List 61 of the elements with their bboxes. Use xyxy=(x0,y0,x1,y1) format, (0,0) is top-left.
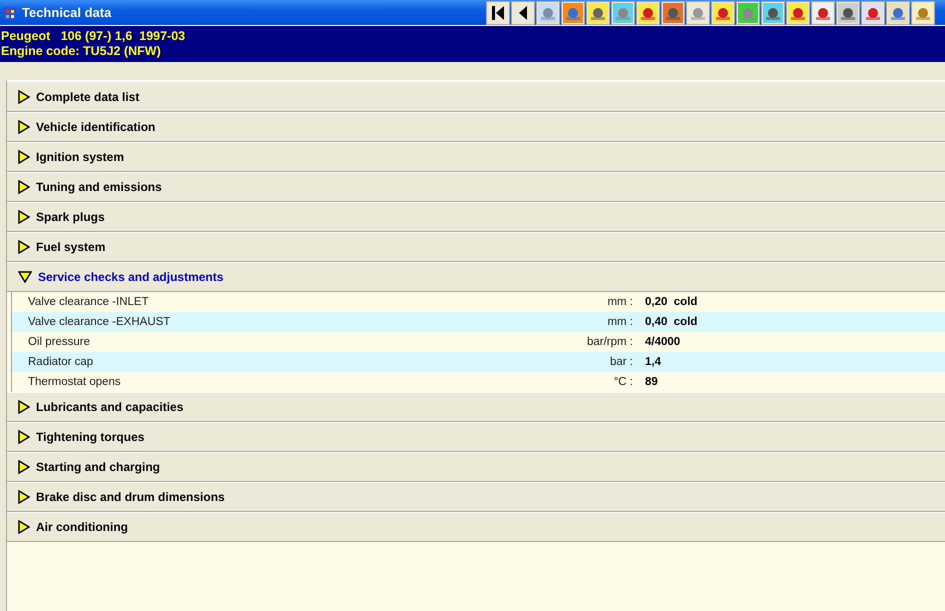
right-arrow-icon xyxy=(18,240,30,254)
parameter-value: 0,40 cold xyxy=(645,316,698,328)
toolbar-button[interactable] xyxy=(836,0,860,24)
right-arrow-icon xyxy=(18,120,30,134)
section-header[interactable]: Tightening torques xyxy=(7,422,945,452)
unit-label: bar/rpm : xyxy=(586,336,633,348)
toolbar-button[interactable] xyxy=(636,0,660,24)
right-arrow-icon xyxy=(18,150,30,164)
right-arrow-icon xyxy=(18,520,30,534)
right-arrow-icon xyxy=(18,490,30,504)
toolbar-button[interactable] xyxy=(786,0,810,24)
first-icon xyxy=(491,4,505,20)
toolbar-button[interactable] xyxy=(586,0,610,24)
window-title: Technical data xyxy=(22,5,112,20)
section-header[interactable]: Tuning and emissions xyxy=(7,172,945,202)
section-header[interactable]: Starting and charging xyxy=(7,452,945,482)
toolbar-button[interactable] xyxy=(861,0,885,24)
parameter-label: Oil pressure xyxy=(28,336,90,348)
right-arrow-icon xyxy=(18,430,30,444)
toolbar-button[interactable] xyxy=(711,0,735,24)
right-arrow-icon xyxy=(18,210,30,224)
section-header[interactable]: Brake disc and drum dimensions xyxy=(7,482,945,512)
toolbar-button[interactable] xyxy=(761,0,785,24)
parameter-value: 0,20 cold xyxy=(645,296,698,308)
previous-icon xyxy=(518,4,528,20)
section-header[interactable]: Spark plugs xyxy=(7,202,945,232)
right-arrow-icon xyxy=(18,460,30,474)
unit-label: mm : xyxy=(607,316,633,328)
toolbar-button[interactable] xyxy=(736,0,760,24)
right-arrow-icon xyxy=(18,400,30,414)
section-header[interactable]: Lubricants and capacities xyxy=(7,392,945,422)
engine-code: Engine code: TU5J2 (NFW) xyxy=(1,44,162,59)
parameter-label: Valve clearance -INLET xyxy=(28,296,149,308)
section-header[interactable]: Air conditioning xyxy=(7,512,945,542)
unit-label: bar : xyxy=(610,356,633,368)
toolbar-button[interactable] xyxy=(886,0,910,24)
toolbar-button[interactable] xyxy=(686,0,710,24)
parameter-label: Radiator cap xyxy=(28,356,94,368)
first-button[interactable] xyxy=(486,0,510,24)
section-header[interactable]: Vehicle identification xyxy=(7,112,945,142)
section-header[interactable]: Complete data list xyxy=(7,81,945,112)
parameter-value: 1,4 xyxy=(645,356,661,368)
unit-label: °C : xyxy=(614,376,633,388)
toolbar-button[interactable] xyxy=(611,0,635,24)
unit-label: mm : xyxy=(607,296,633,308)
section-header[interactable]: Ignition system xyxy=(7,142,945,172)
right-arrow-icon xyxy=(18,90,30,104)
parameter-label: Valve clearance -EXHAUST xyxy=(28,316,170,328)
toolbar-button[interactable] xyxy=(911,0,935,24)
parameter-label: Thermostat opens xyxy=(28,376,121,388)
previous-button[interactable] xyxy=(511,0,535,24)
parameter-value: 89 xyxy=(645,376,658,388)
right-arrow-icon xyxy=(18,180,30,194)
toolbar-button[interactable] xyxy=(811,0,835,24)
vehicle-model: Peugeot 106 (97-) 1,6 1997-03 xyxy=(1,29,186,44)
parameter-value: 4/4000 xyxy=(645,336,680,348)
toolbar-button[interactable] xyxy=(561,0,585,24)
down-arrow-icon xyxy=(18,271,32,283)
toolbar-button[interactable] xyxy=(661,0,685,24)
section-header[interactable]: Fuel system xyxy=(7,232,945,262)
section-header[interactable]: Service checks and adjustments xyxy=(7,262,945,292)
